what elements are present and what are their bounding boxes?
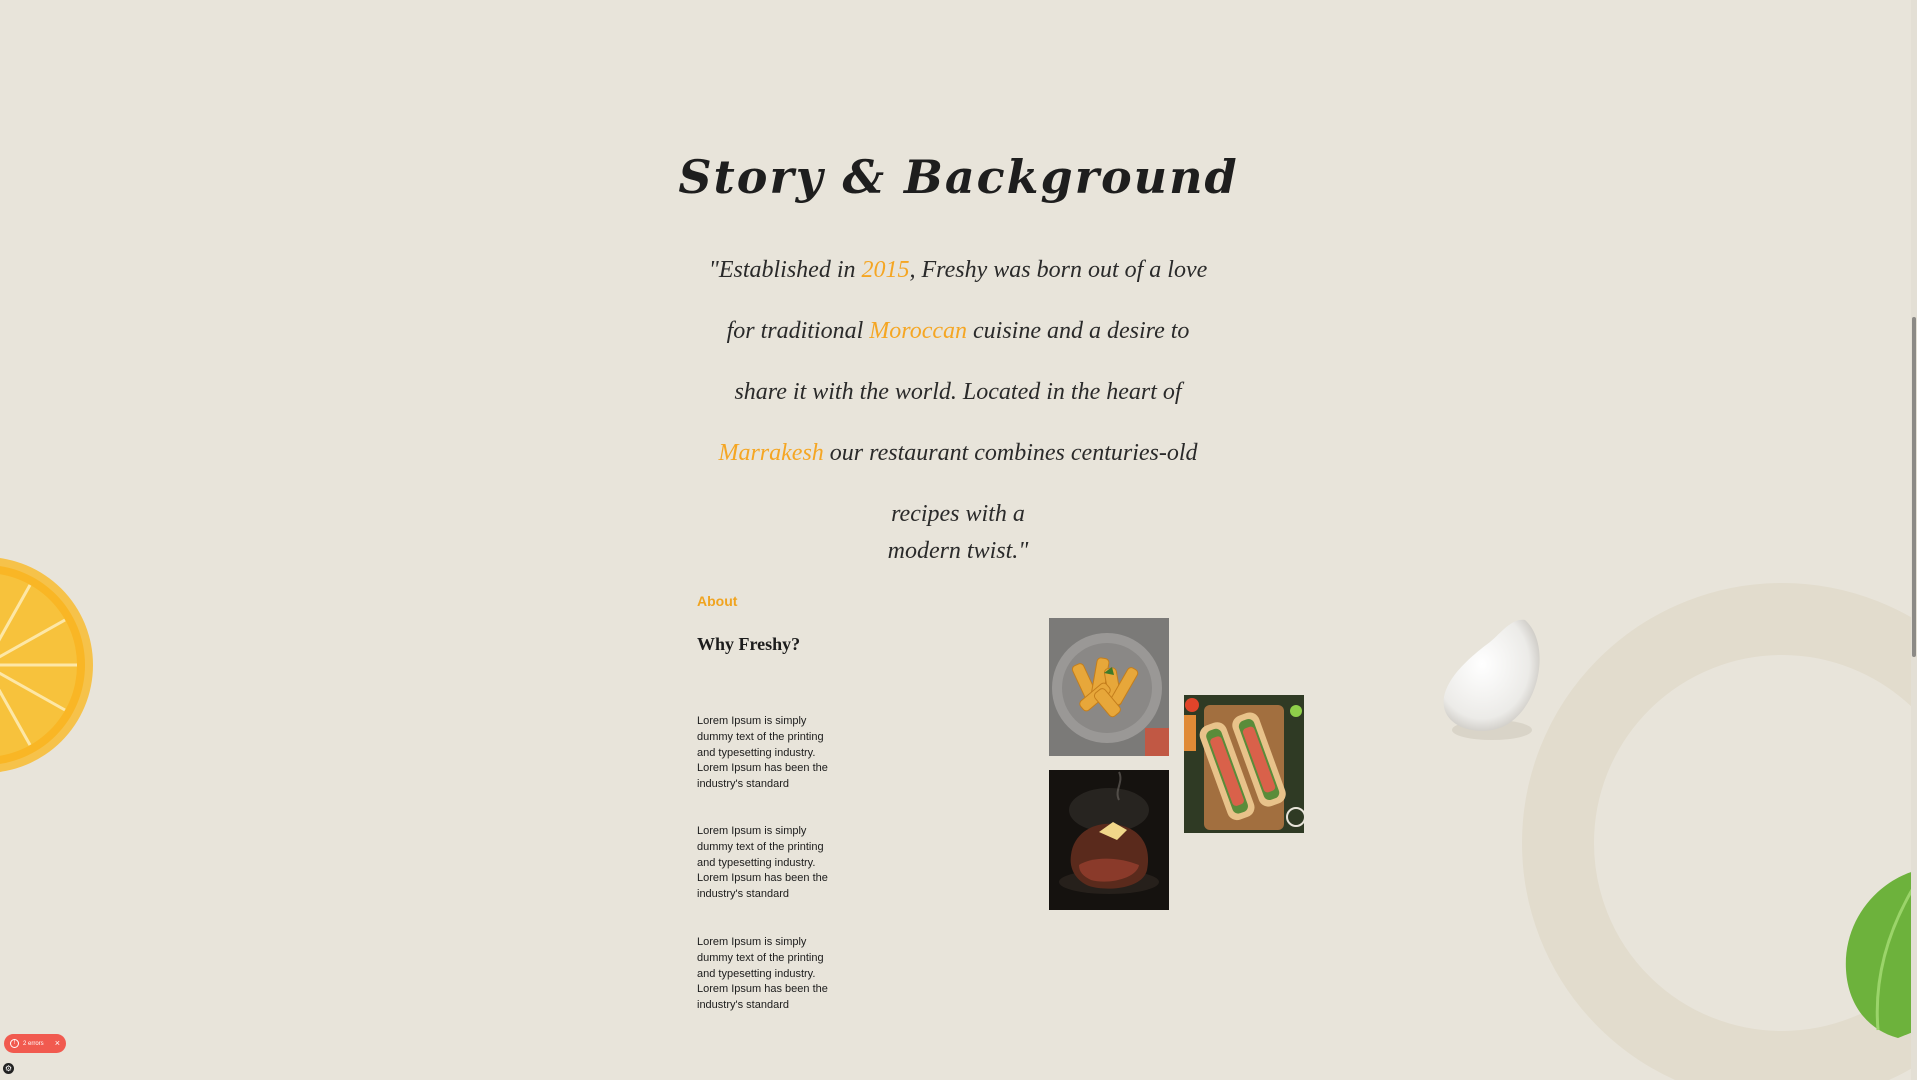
about-paragraph: Lorem Ipsum is simply dummy text of the … bbox=[697, 825, 828, 901]
story-cuisine: Moroccan bbox=[869, 318, 967, 344]
steak-photo bbox=[1049, 770, 1169, 910]
error-badge[interactable]: ! 2 errors × bbox=[4, 1034, 66, 1053]
about-paragraph: Lorem Ipsum is simply dummy text of the … bbox=[697, 936, 828, 1012]
scrollbar-thumb[interactable] bbox=[1912, 317, 1916, 657]
alert-circle-icon: ! bbox=[10, 1039, 19, 1048]
page: Story & Background "Established in 2015,… bbox=[0, 0, 1917, 1080]
close-icon[interactable]: × bbox=[55, 1039, 60, 1048]
story-title: Story & Background bbox=[678, 150, 1239, 204]
leaf-image bbox=[1845, 870, 1917, 1038]
sandwich-photo bbox=[1184, 695, 1304, 833]
orange-slice-image bbox=[0, 558, 93, 772]
story-quote-part4: our restaurant combines centuries-old re… bbox=[823, 440, 1198, 527]
story-year: 2015 bbox=[861, 257, 910, 283]
gear-icon[interactable]: ⚙ bbox=[3, 1063, 14, 1074]
story-quote-tail: modern twist." bbox=[887, 538, 1029, 564]
page-scrollbar[interactable] bbox=[1911, 0, 1917, 1080]
about-heading: Why Freshy? bbox=[697, 634, 801, 654]
story-quote-open: "Established in bbox=[708, 257, 862, 283]
fries-photo bbox=[1049, 618, 1169, 756]
about-paragraph: Lorem Ipsum is simply dummy text of the … bbox=[697, 715, 828, 791]
about-label: About bbox=[697, 593, 738, 609]
error-count-label: 2 errors bbox=[23, 1040, 44, 1047]
garlic-clove-image bbox=[1443, 619, 1540, 740]
story-quote: "Established in 2015, Freshy was born ou… bbox=[698, 240, 1218, 569]
story-city: Marrakesh bbox=[718, 440, 824, 466]
